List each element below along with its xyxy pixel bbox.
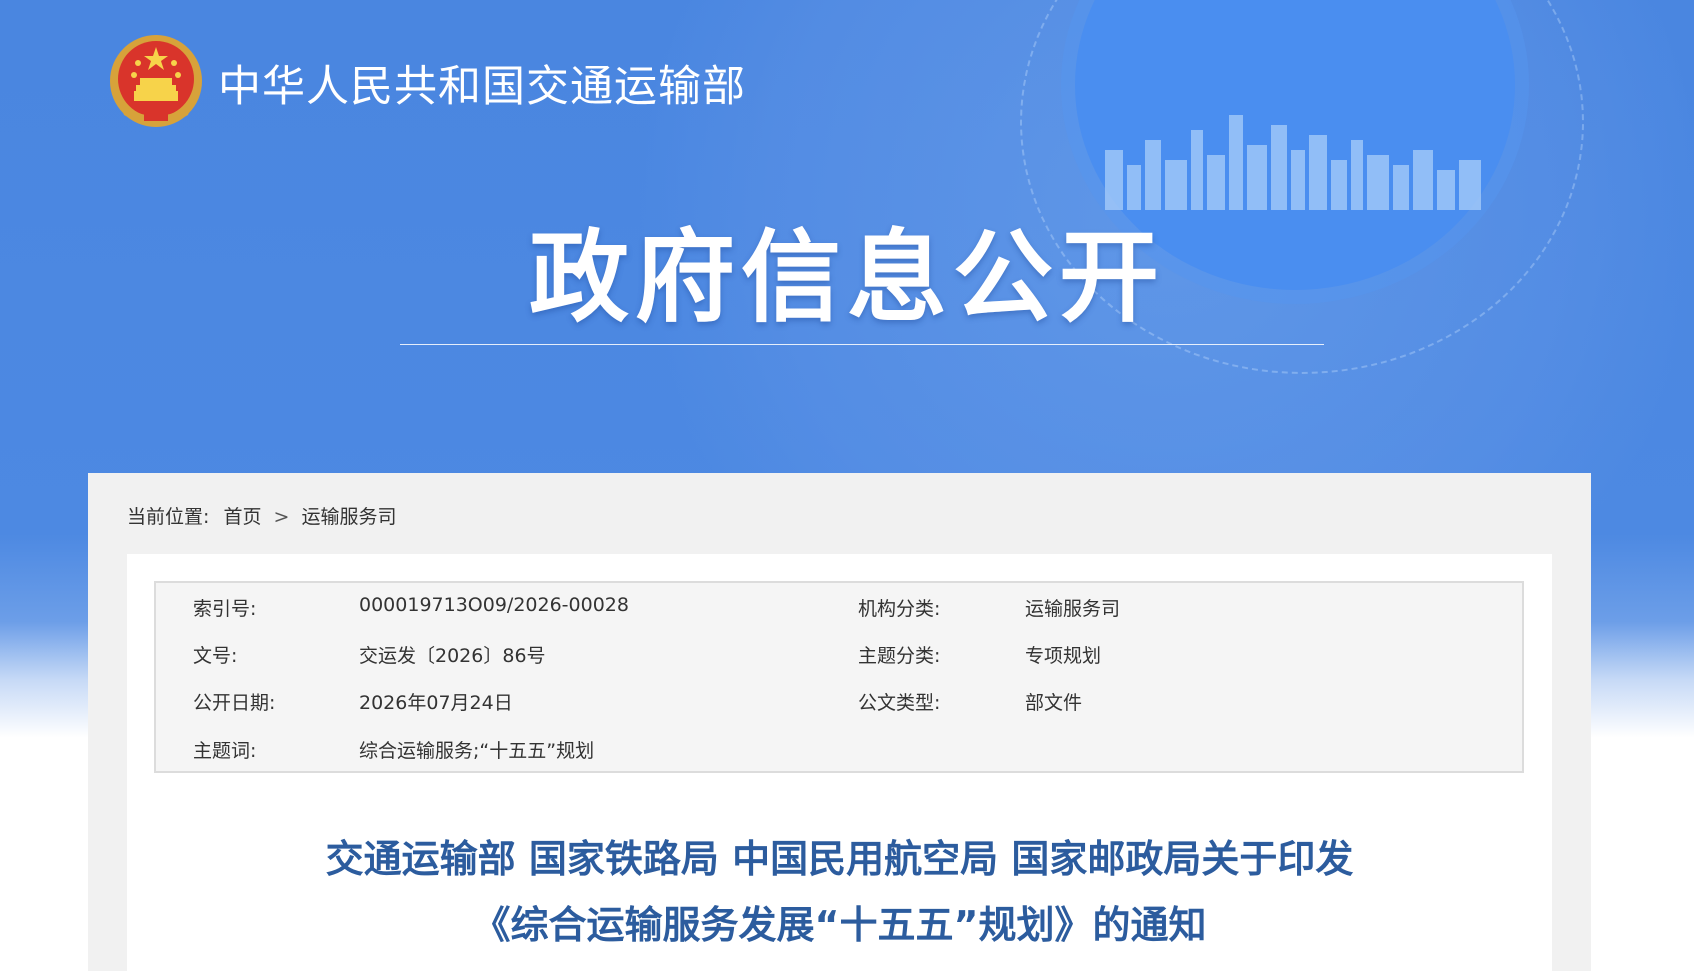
date-label: 公开日期: (193, 692, 276, 714)
document-title-line2: 《综合运输服务发展“十五五”规划》的通知 (472, 903, 1207, 947)
document-title-line1: 交通运输部 国家铁路局 中国民用航空局 国家邮政局关于印发 (325, 837, 1354, 881)
type-label: 公文类型: (858, 692, 941, 714)
org-value: 运输服务司 (1025, 598, 1121, 620)
document-title: 交通运输部 国家铁路局 中国民用航空局 国家邮政局关于印发 《综合运输服务发展“… (127, 826, 1552, 958)
title-divider (400, 344, 1324, 345)
keywords-label: 主题词: (193, 740, 257, 762)
index-no-label: 索引号: (193, 598, 257, 620)
ministry-name[interactable]: 中华人民共和国交通运输部 (218, 52, 746, 114)
breadcrumb-current-link[interactable]: 运输服务司 (301, 506, 396, 528)
index-no-value: 000019713O09/2026-00028 (359, 594, 629, 616)
breadcrumb-label: 当前位置: (127, 506, 210, 528)
city-skyline-icon (1105, 115, 1481, 210)
topic-value: 专项规划 (1025, 645, 1102, 667)
org-label: 机构分类: (858, 598, 941, 620)
breadcrumb-separator: > (273, 506, 290, 528)
breadcrumb-home-link[interactable]: 首页 (223, 506, 261, 528)
breadcrumb: 当前位置: 首页 > 运输服务司 (127, 502, 397, 529)
date-value: 2026年07月24日 (359, 692, 513, 714)
section-title: 政府信息公开 (529, 219, 1165, 336)
keywords-value: 综合运输服务;“十五五”规划 (359, 740, 595, 762)
type-value: 部文件 (1025, 692, 1083, 714)
national-emblem-icon (110, 35, 202, 127)
doc-no-label: 文号: (193, 645, 238, 667)
topic-label: 主题分类: (858, 645, 941, 667)
doc-no-value: 交运发〔2026〕86号 (359, 645, 546, 667)
